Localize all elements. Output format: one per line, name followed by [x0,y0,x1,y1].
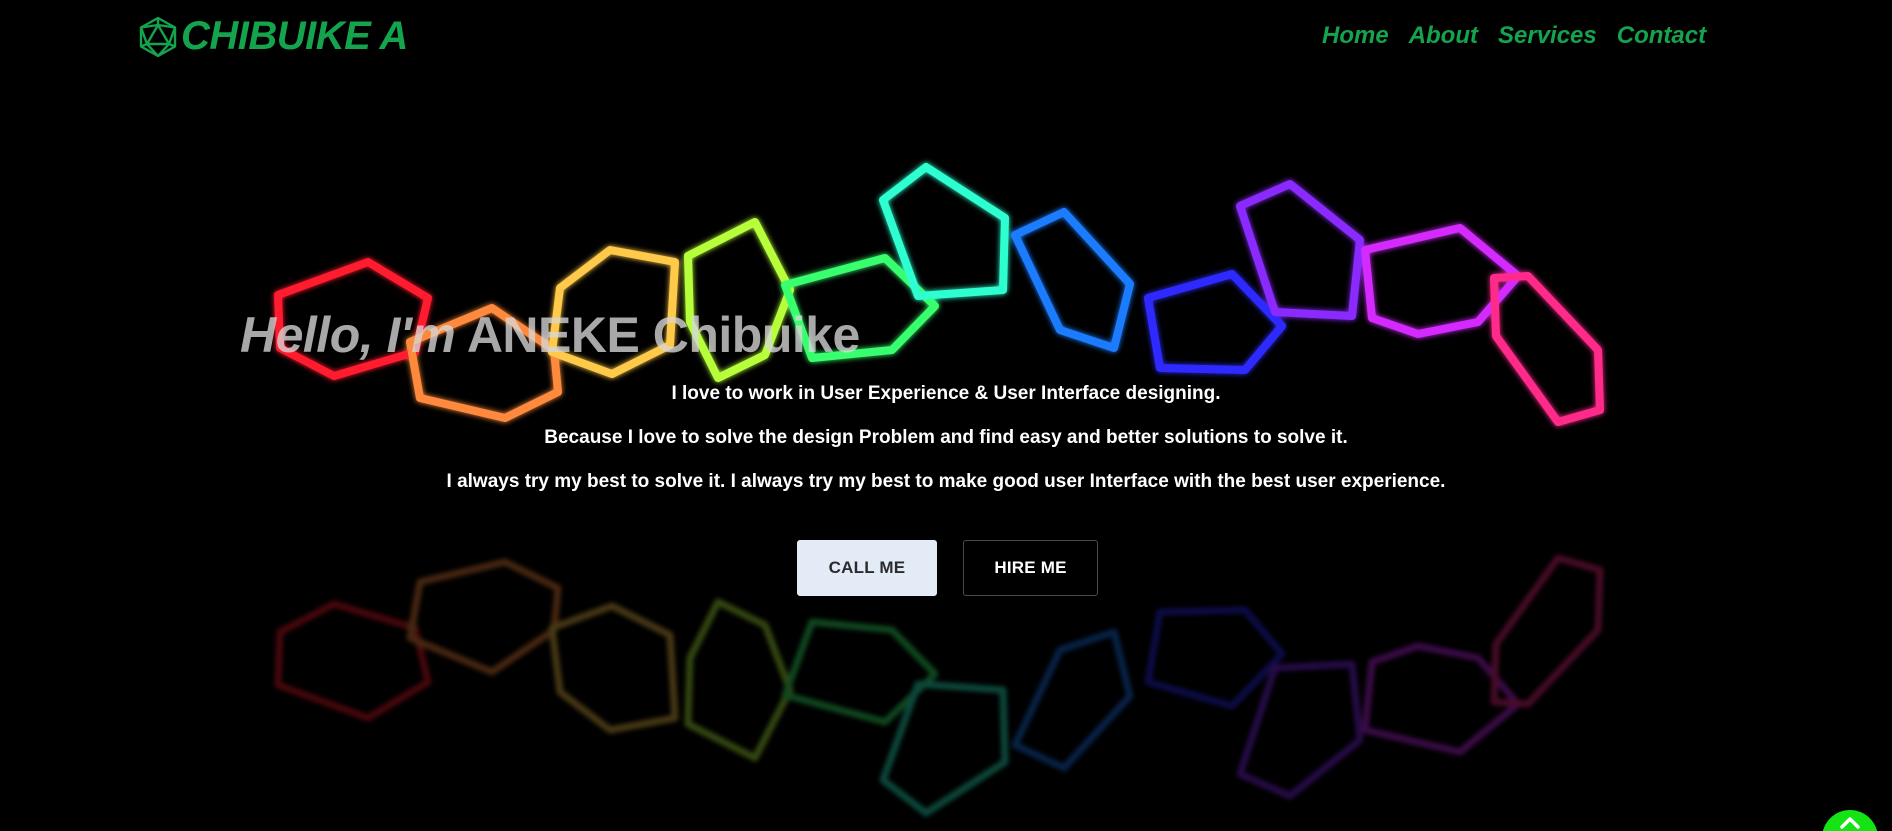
nav-link-home[interactable]: Home [1322,22,1389,50]
hire-me-button[interactable]: Hire Me [963,540,1098,596]
call-me-button[interactable]: Call Me [797,540,937,596]
nav-link-contact[interactable]: Contact [1617,22,1706,50]
hero-section: Hello, I'm ANEKE Chibuike I love to work… [0,0,1892,831]
logo-text: CHIBUIKE A [181,14,408,58]
top-navbar: CHIBUIKE A Home About Services Contact [0,0,1892,80]
nav-links: Home About Services Contact [1322,22,1706,50]
hero-greeting: Hello, I'm [240,307,456,363]
hero-buttons: Call Me Hire Me [797,540,1098,596]
hero-line-2: Because I love to solve the design Probl… [544,427,1348,448]
nav-link-services[interactable]: Services [1498,22,1597,50]
d20-dice-icon [139,16,177,57]
chevron-up-icon [1840,817,1860,829]
hero-line-3: I always try my best to solve it. I alwa… [446,471,1446,492]
hero-description: I love to work in User Experience & User… [0,383,1892,515]
hero-line-1: I love to work in User Experience & User… [671,383,1221,404]
nav-link-about[interactable]: About [1409,22,1478,50]
site-logo[interactable]: CHIBUIKE A [137,14,408,59]
hero-name: ANEKE Chibuike [466,307,861,363]
hero-heading: Hello, I'm ANEKE Chibuike [240,306,860,364]
